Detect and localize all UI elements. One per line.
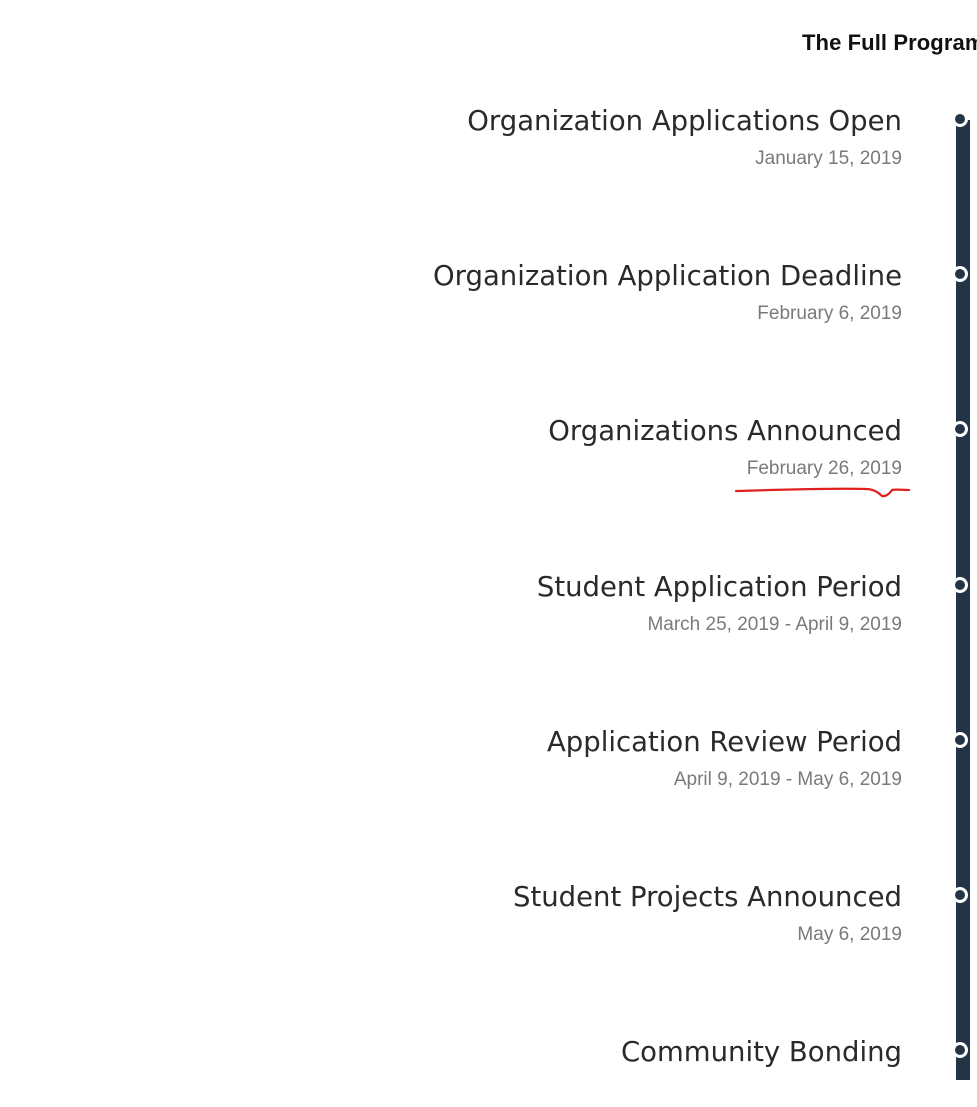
timeline-event-student-application-period: Student Application Period March 25, 201… <box>302 569 902 637</box>
timeline-line <box>956 120 970 1080</box>
red-underline-stroke <box>734 487 911 498</box>
timeline-event-org-application-deadline: Organization Application Deadline Februa… <box>302 258 902 326</box>
page-heading: The Full Program <box>802 30 977 55</box>
timeline-node <box>952 266 968 282</box>
event-date: April 9, 2019 - May 6, 2019 <box>673 769 902 790</box>
timeline-node <box>952 577 968 593</box>
timeline-node <box>952 732 968 748</box>
timeline-event-community-bonding: Community Bonding <box>302 1034 902 1070</box>
timeline-node <box>952 421 968 437</box>
event-date: February 26, 2019 <box>746 458 902 479</box>
timeline-node <box>952 1042 968 1058</box>
timeline-event-application-review-period: Application Review Period April 9, 2019 … <box>302 724 902 792</box>
event-date: March 25, 2019 - April 9, 2019 <box>647 614 902 635</box>
timeline-node <box>952 111 968 127</box>
event-title: Organization Application Deadline <box>433 260 902 292</box>
timeline-node <box>952 887 968 903</box>
timeline-event-organizations-announced: Organizations Announced February 26, 201… <box>302 413 902 481</box>
event-title: Application Review Period <box>546 726 902 758</box>
event-date: May 6, 2019 <box>797 924 902 945</box>
event-title: Community Bonding <box>620 1036 902 1068</box>
timeline-event-student-projects-announced: Student Projects Announced May 6, 2019 <box>302 879 902 947</box>
event-title: Student Application Period <box>536 571 902 603</box>
event-title: Student Projects Announced <box>512 881 902 913</box>
event-title: Organizations Announced <box>548 415 902 447</box>
event-date: February 6, 2019 <box>757 303 902 324</box>
timeline-event-org-applications-open: Organization Applications Open January 1… <box>302 103 902 171</box>
red-underline-annotation <box>734 487 911 498</box>
event-title: Organization Applications Open <box>467 105 902 137</box>
event-date: January 15, 2019 <box>755 148 902 169</box>
